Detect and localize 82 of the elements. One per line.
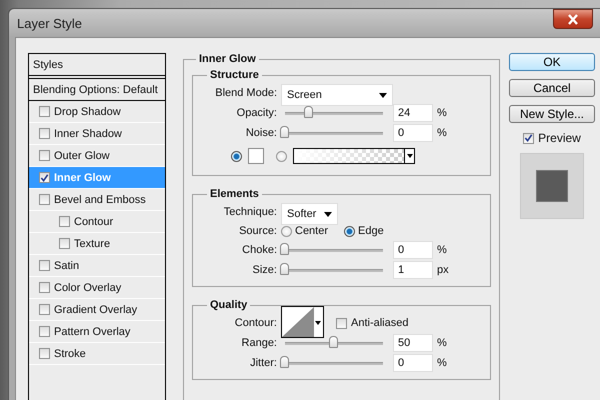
slider-thumb[interactable] — [280, 126, 289, 138]
value-field[interactable]: 50 — [393, 334, 433, 352]
caret-icon — [315, 321, 321, 325]
close-icon — [567, 14, 579, 24]
caret-icon — [406, 154, 412, 158]
unit-label: px — [437, 264, 449, 276]
checkbox[interactable] — [523, 132, 534, 144]
checkbox[interactable] — [39, 106, 50, 117]
caret-icon — [324, 212, 332, 216]
radio-label: Center — [295, 225, 328, 237]
dialog-button[interactable]: Cancel — [509, 79, 595, 97]
contour-picker[interactable] — [281, 306, 324, 338]
value-field[interactable]: 0 — [393, 354, 433, 372]
group-title: Structure — [209, 69, 260, 81]
unit-label: % — [437, 357, 447, 369]
style-item[interactable]: Satin — [29, 255, 165, 277]
unit-label: % — [437, 244, 447, 256]
style-item[interactable]: Stroke — [29, 343, 165, 365]
value-field[interactable]: 0 — [393, 241, 433, 259]
field-label: Source: — [238, 225, 277, 237]
dialog-button[interactable]: New Style... — [509, 105, 595, 123]
color-swatch[interactable] — [248, 148, 264, 164]
checkbox[interactable] — [39, 194, 50, 205]
slider-thumb[interactable] — [304, 106, 313, 118]
dialog-button[interactable]: OK — [509, 53, 595, 71]
close-button[interactable] — [553, 9, 593, 29]
radio-button[interactable] — [276, 150, 287, 162]
style-item[interactable]: Gradient Overlay — [29, 299, 165, 321]
group-title: Quality — [209, 299, 248, 311]
slider-label: Opacity: — [236, 107, 277, 119]
checkbox[interactable] — [39, 326, 50, 337]
style-item[interactable]: Color Overlay — [29, 277, 165, 299]
checkbox[interactable] — [39, 282, 50, 293]
caret-icon — [379, 92, 387, 98]
styles-header[interactable]: Styles — [29, 54, 165, 76]
style-item[interactable]: Pattern Overlay — [29, 321, 165, 343]
value-field[interactable]: 1 — [393, 261, 433, 279]
slider-thumb[interactable] — [280, 356, 289, 368]
radio-label: Edge — [358, 225, 384, 237]
slider-label: Noise: — [244, 127, 277, 139]
group-title: Inner Glow — [198, 53, 257, 65]
radio-button[interactable] — [281, 226, 292, 236]
slider-label: Range: — [240, 337, 277, 349]
checkbox[interactable] — [59, 238, 70, 249]
unit-label: % — [437, 127, 447, 139]
style-item[interactable]: Texture — [29, 233, 165, 255]
radio-button[interactable] — [231, 150, 242, 162]
style-item[interactable]: Drop Shadow — [29, 101, 165, 123]
checkbox-label: Preview — [538, 131, 581, 145]
field-label: Technique: — [222, 206, 277, 218]
window-title: Layer Style — [16, 16, 82, 30]
value-field[interactable]: 24 — [393, 104, 433, 122]
blending-options-item[interactable]: Blending Options: Default — [29, 78, 165, 101]
slider-thumb[interactable] — [280, 262, 289, 274]
preview-thumbnail — [520, 153, 584, 219]
slider-thumb[interactable] — [329, 336, 338, 348]
checkbox[interactable] — [39, 172, 50, 183]
style-item[interactable]: Contour — [29, 211, 165, 233]
checkbox[interactable] — [39, 150, 50, 161]
value-field[interactable]: 0 — [393, 124, 433, 142]
checkbox[interactable] — [39, 260, 50, 271]
slider-label: Choke: — [241, 244, 277, 256]
unit-label: % — [437, 337, 447, 349]
technique-dropdown[interactable]: Softer — [281, 203, 338, 225]
checkbox[interactable] — [336, 318, 347, 328]
group-title: Elements — [209, 188, 260, 200]
checkbox[interactable] — [39, 304, 50, 315]
slider-label: Size: — [252, 264, 277, 276]
style-item[interactable]: Bevel and Emboss — [29, 189, 165, 211]
field-label: Blend Mode: — [214, 87, 277, 99]
unit-label: % — [437, 107, 447, 119]
blend-mode-dropdown[interactable]: Screen — [281, 84, 393, 106]
checkbox[interactable] — [39, 128, 50, 139]
field-label: Contour: — [234, 317, 277, 329]
style-item[interactable]: Inner Shadow — [29, 123, 165, 145]
slider-thumb[interactable] — [280, 242, 289, 254]
slider-label: Jitter: — [249, 357, 277, 369]
checkbox[interactable] — [59, 216, 70, 227]
gradient-picker[interactable] — [293, 148, 415, 164]
radio-button[interactable] — [344, 226, 356, 236]
checkbox[interactable] — [39, 348, 50, 359]
checkbox-label: Anti-aliased — [351, 317, 408, 329]
